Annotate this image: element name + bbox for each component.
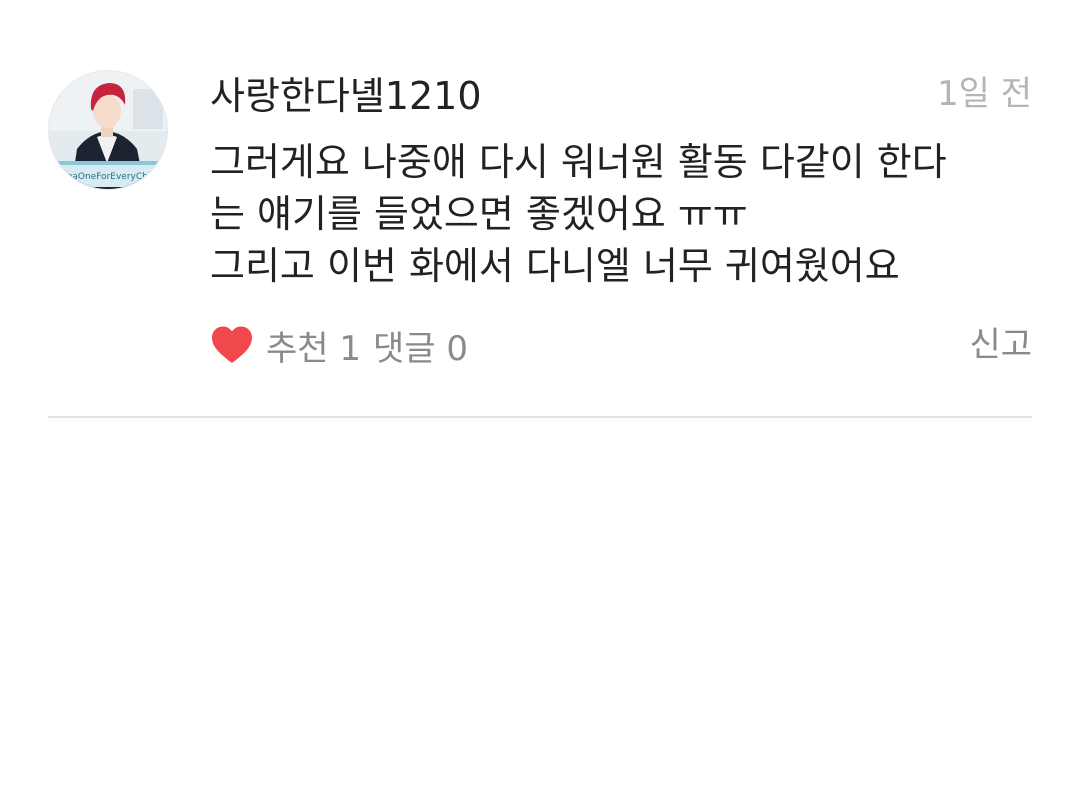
username[interactable]: 사랑한다녤1210 — [210, 72, 482, 120]
timestamp: 1일 전 — [937, 74, 1032, 114]
comment-line: 그리고 이번 화에서 다니엘 너무 귀여웠어요 — [210, 244, 900, 288]
avatar-image: nnaOneForEveryChild — [49, 71, 167, 189]
report-button[interactable]: 신고 — [969, 322, 1032, 368]
comment-actions: 추천 1 댓글 0 — [210, 321, 480, 370]
like-label: 추천 — [266, 328, 329, 369]
heart-icon[interactable] — [210, 325, 254, 365]
avatar-caption: nnaOneForEveryChild — [61, 172, 159, 182]
avatar[interactable]: nnaOneForEveryChild — [48, 70, 168, 190]
comment-body: 그러게요 나중애 다시 워너원 활동 다같이 한다 는 얘기를 들었으면 좋겠어… — [210, 136, 1032, 292]
comment-line: 는 얘기를 들었으면 좋겠어요 ㅠㅠ — [210, 192, 748, 236]
like-count: 1 — [339, 328, 362, 369]
divider — [48, 416, 1032, 418]
reply-button[interactable]: 댓글 0 — [373, 321, 468, 370]
reply-count: 0 — [446, 328, 469, 369]
reply-label: 댓글 — [373, 328, 436, 369]
comment-line: 그러게요 나중애 다시 워너원 활동 다같이 한다 — [210, 140, 947, 184]
like-button[interactable]: 추천 1 — [266, 321, 361, 370]
